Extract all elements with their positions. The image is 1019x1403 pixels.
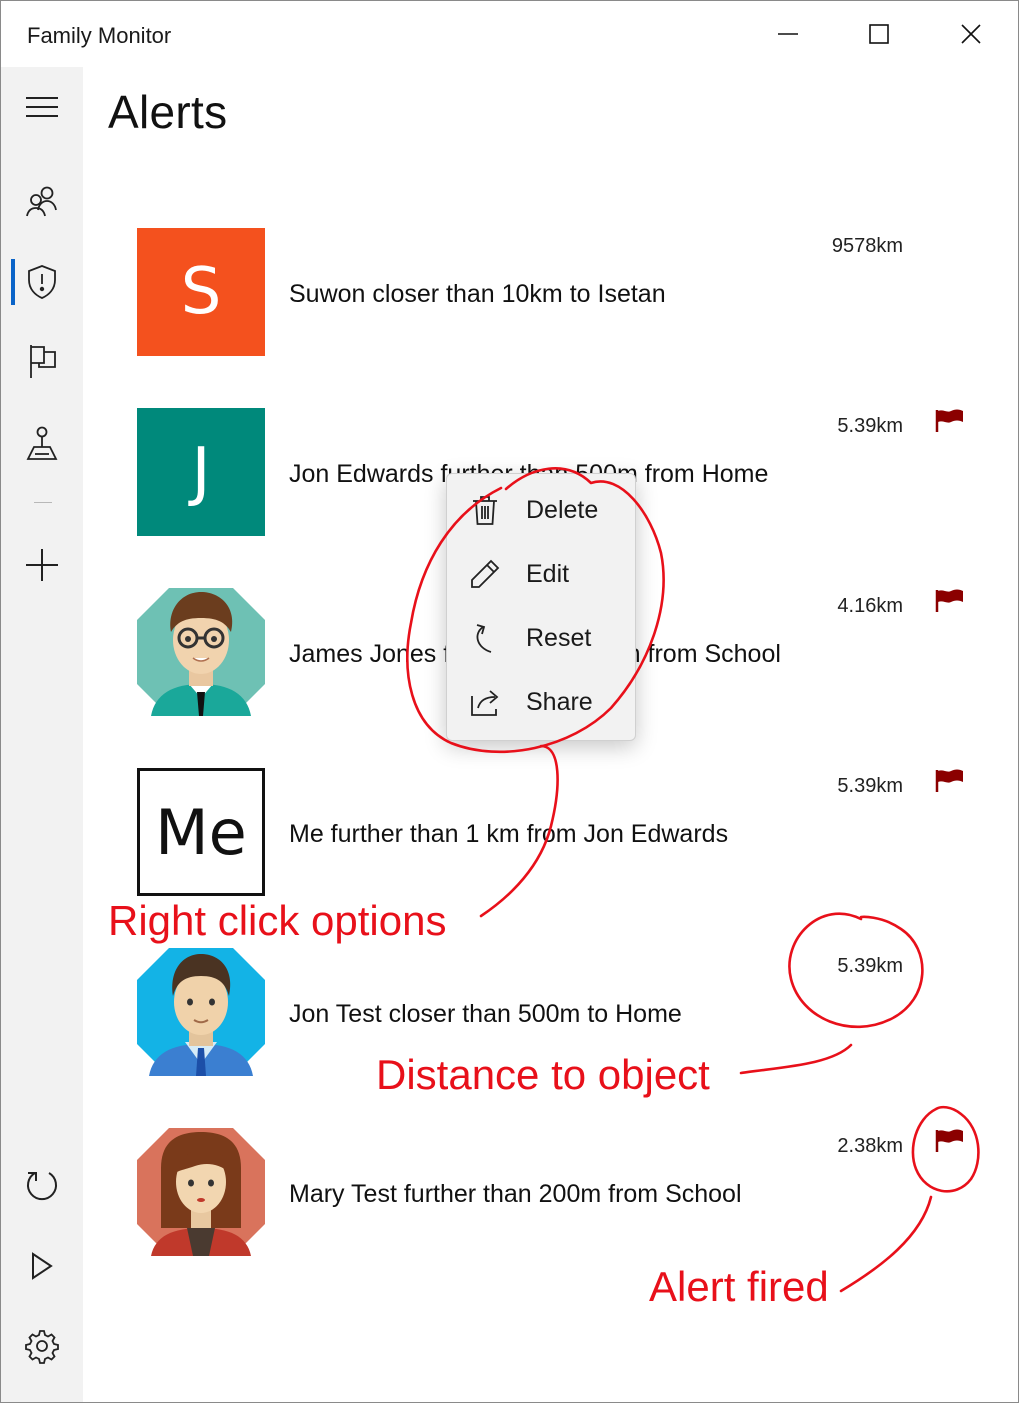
minimize-icon xyxy=(778,33,798,35)
hamburger-menu-icon xyxy=(26,97,58,117)
pencil-icon xyxy=(471,559,500,588)
title-bar: Family Monitor xyxy=(1,1,1018,67)
nav-map[interactable] xyxy=(1,411,83,475)
alert-fired-flag-icon xyxy=(935,769,963,792)
context-menu: Delete Edit Reset Share xyxy=(446,473,636,741)
menu-label: Edit xyxy=(526,559,570,588)
avatar: J xyxy=(137,408,265,536)
alert-distance: 5.39km xyxy=(837,955,903,977)
menu-label: Reset xyxy=(526,623,592,652)
nav-people[interactable] xyxy=(1,169,83,233)
hamburger-menu-button[interactable] xyxy=(1,75,83,139)
alert-distance: 5.39km xyxy=(837,415,903,437)
maximize-button[interactable] xyxy=(834,1,924,67)
menu-item-edit[interactable]: Edit xyxy=(447,542,635,606)
play-icon xyxy=(32,1252,53,1280)
annotation-right-click: Right click options xyxy=(108,897,447,944)
man-glasses-avatar xyxy=(137,588,265,716)
menu-item-delete[interactable]: Delete xyxy=(447,478,635,542)
refresh-button[interactable] xyxy=(1,1154,83,1218)
flag-icon xyxy=(30,345,56,378)
woman-avatar xyxy=(137,1128,265,1256)
avatar: S xyxy=(137,228,265,356)
alert-distance: 5.39km xyxy=(837,775,903,797)
menu-label: Delete xyxy=(526,495,599,524)
share-icon xyxy=(471,690,499,716)
alert-fired-flag-icon xyxy=(935,409,963,432)
nav-alerts[interactable] xyxy=(1,250,83,314)
man-blue-avatar xyxy=(137,948,265,1076)
alert-fired-flag-icon xyxy=(935,589,963,612)
settings-icon xyxy=(25,1330,59,1364)
annotation-alert-fired: Alert fired xyxy=(649,1263,829,1310)
avatar xyxy=(137,948,265,1076)
shield-alert-icon xyxy=(28,265,56,299)
alert-text: Suwon closer than 10km to Isetan xyxy=(289,280,666,308)
alert-fired-flag-icon xyxy=(935,1129,963,1152)
maximize-icon xyxy=(869,24,889,44)
menu-item-share[interactable]: Share xyxy=(447,670,635,734)
settings-button[interactable] xyxy=(1,1314,83,1378)
page-title: Alerts xyxy=(108,86,228,138)
avatar xyxy=(137,588,265,716)
alert-item[interactable]: S Suwon closer than 10km to Isetan 9578k… xyxy=(137,228,977,356)
nav-separator xyxy=(34,502,52,503)
alert-text: Me further than 1 km from Jon Edwards xyxy=(289,820,729,848)
avatar: Me xyxy=(137,768,265,896)
alert-item[interactable]: Mary Test further than 200m from School … xyxy=(137,1128,977,1256)
avatar-letter: S xyxy=(180,255,222,329)
reset-icon xyxy=(476,624,492,653)
menu-label: Share xyxy=(526,687,593,716)
alert-text: Mary Test further than 200m from School xyxy=(289,1180,742,1208)
avatar xyxy=(137,1128,265,1256)
minimize-button[interactable] xyxy=(743,1,833,67)
avatar-letter: J xyxy=(191,435,211,509)
trash-icon xyxy=(473,496,497,525)
add-button[interactable] xyxy=(1,533,83,597)
alert-text: Jon Test closer than 500m to Home xyxy=(289,1000,682,1028)
alert-distance: 9578km xyxy=(831,235,903,257)
alert-item[interactable]: Me Me further than 1 km from Jon Edwards… xyxy=(137,768,977,896)
alert-distance: 4.16km xyxy=(837,595,903,617)
navigation-sidebar xyxy=(1,67,83,1402)
add-icon xyxy=(26,549,58,581)
menu-item-reset[interactable]: Reset xyxy=(447,606,635,670)
app-window: Family Monitor Alerts S Suwon closer tha… xyxy=(0,0,1019,1403)
alert-distance: 2.38km xyxy=(837,1135,903,1157)
app-title: Family Monitor xyxy=(27,23,172,48)
map-pin-icon xyxy=(26,426,58,460)
play-button[interactable] xyxy=(1,1234,83,1298)
close-icon xyxy=(961,24,981,44)
nav-places[interactable] xyxy=(1,329,83,393)
close-button[interactable] xyxy=(926,1,1016,67)
avatar-letter: Me xyxy=(155,795,247,869)
people-icon xyxy=(26,186,57,217)
refresh-icon xyxy=(27,1172,57,1201)
annotation-distance: Distance to object xyxy=(376,1051,710,1098)
